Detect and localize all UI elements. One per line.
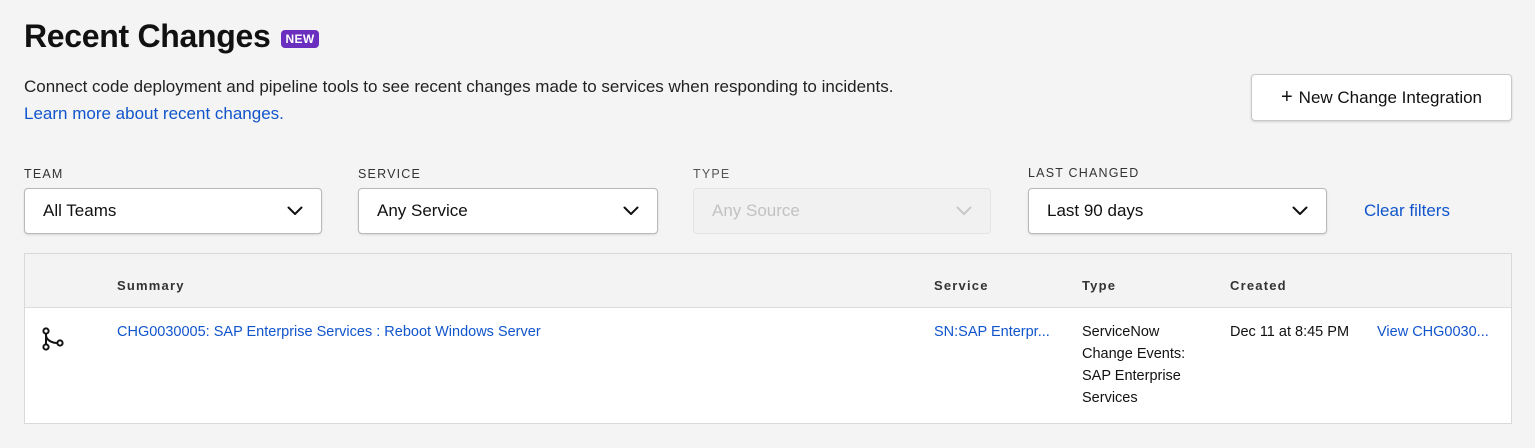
page-description: Connect code deployment and pipeline too…	[24, 77, 894, 96]
row-type: ServiceNow Change Events: SAP Enterprise…	[1082, 321, 1212, 409]
new-change-integration-label: New Change Integration	[1298, 87, 1483, 107]
team-select[interactable]: All Teams	[24, 188, 322, 234]
page-title: Recent Changes	[24, 18, 271, 54]
learn-more-link[interactable]: Learn more about recent changes.	[24, 104, 284, 124]
chevron-down-icon	[287, 206, 303, 215]
column-header-created[interactable]: Created	[1230, 278, 1287, 293]
row-type-line: SAP Enterprise	[1082, 368, 1181, 384]
column-header-service[interactable]: Service	[934, 278, 989, 293]
team-filter-label: TEAM	[24, 167, 64, 181]
row-created: Dec 11 at 8:45 PM	[1230, 324, 1350, 340]
type-select-value: Any Source	[712, 201, 800, 220]
clear-filters-link[interactable]: Clear filters	[1364, 201, 1450, 221]
chevron-down-icon	[1292, 206, 1308, 215]
type-select: Any Source	[693, 188, 991, 234]
service-select-value: Any Service	[377, 201, 468, 220]
row-summary-link[interactable]: CHG0030005: SAP Enterprise Services : Re…	[117, 321, 897, 343]
last-changed-select[interactable]: Last 90 days	[1028, 188, 1327, 234]
row-type-line: Change Events:	[1082, 346, 1186, 362]
new-change-integration-button[interactable]: + New Change Integration	[1251, 74, 1512, 121]
table-header: Summary Service Type Created	[25, 254, 1511, 308]
column-header-type[interactable]: Type	[1082, 278, 1116, 293]
service-filter-label: SERVICE	[358, 167, 422, 181]
row-type-line: Services	[1082, 390, 1138, 406]
chevron-down-icon	[956, 206, 972, 215]
new-badge: NEW	[280, 29, 320, 48]
changes-table: Summary Service Type Created CHG0030005:…	[24, 253, 1512, 424]
row-service-link[interactable]: SN:SAP Enterpr...	[934, 321, 1064, 343]
chevron-down-icon	[623, 206, 639, 215]
last-changed-filter-label: LAST CHANGED	[1028, 166, 1140, 180]
title-row: Recent Changes NEW	[24, 18, 320, 55]
team-select-value: All Teams	[43, 201, 117, 220]
row-type-line: ServiceNow	[1082, 324, 1160, 340]
column-header-summary[interactable]: Summary	[117, 278, 185, 293]
type-filter-label: TYPE	[693, 167, 731, 181]
row-view-link[interactable]: View CHG0030...	[1377, 321, 1502, 343]
last-changed-select-value: Last 90 days	[1047, 201, 1144, 220]
plus-icon: +	[1280, 86, 1293, 108]
git-branch-icon	[42, 327, 64, 351]
service-select[interactable]: Any Service	[358, 188, 658, 234]
